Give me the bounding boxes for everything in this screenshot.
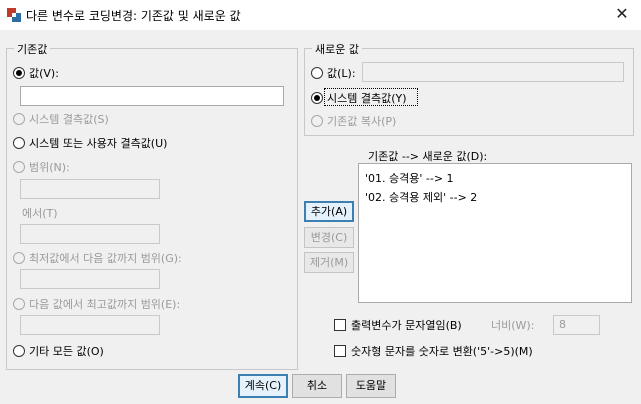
close-icon[interactable]: ✕ — [610, 3, 634, 25]
new-value-input[interactable] — [362, 62, 624, 82]
width-label: 너비(W): — [491, 319, 535, 332]
numeric-convert-checkbox[interactable] — [334, 345, 346, 357]
mapping-list[interactable]: '01. 승격용' --> 1 '02. 승격용 제외' --> 2 — [358, 163, 632, 303]
spss-app-icon — [7, 8, 21, 22]
width-value: 8 — [559, 318, 566, 331]
old-range-highest-radio[interactable] — [13, 298, 25, 310]
range-from-input[interactable] — [20, 179, 160, 199]
old-all-other-radio[interactable] — [13, 345, 25, 357]
continue-button[interactable]: 계속(C) — [238, 374, 288, 398]
string-output-checkbox[interactable] — [334, 319, 346, 331]
old-all-other-label: 기타 모든 값(O) — [29, 345, 104, 358]
change-button[interactable]: 변경(C) — [304, 227, 354, 248]
new-copy-old-label: 기존값 복사(P) — [327, 115, 397, 128]
new-copy-old-radio[interactable] — [311, 115, 323, 127]
string-output-label: 출력변수가 문자열임(B) — [351, 319, 462, 332]
mapping-list-item[interactable]: '02. 승격용 제외' --> 2 — [365, 189, 477, 205]
old-value-group-label: 기존값 — [14, 41, 51, 57]
numeric-convert-label: 숫자형 문자를 숫자로 변환('5'->5)(M) — [351, 345, 533, 358]
old-range-lowest-radio[interactable] — [13, 252, 25, 264]
old-system-or-user-missing-radio[interactable] — [13, 137, 25, 149]
range-lowest-input[interactable] — [20, 269, 160, 289]
old-system-missing-radio[interactable] — [13, 113, 25, 125]
old-system-or-user-missing-label: 시스템 또는 사용자 결측값(U) — [29, 137, 168, 150]
new-value-group-label: 새로운 값 — [312, 41, 362, 57]
width-input[interactable]: 8 — [553, 315, 600, 335]
old-range-radio[interactable] — [13, 161, 25, 173]
old-value-input[interactable] — [20, 86, 284, 106]
remove-button[interactable]: 제거(M) — [304, 252, 354, 273]
old-system-missing-label: 시스템 결측값(S) — [29, 113, 109, 126]
new-system-missing-label: 시스템 결측값(Y) — [327, 92, 407, 105]
old-range-lowest-label: 최저값에서 다음 값까지 범위(G): — [29, 252, 182, 265]
add-button[interactable]: 추가(A) — [304, 201, 354, 222]
new-value-radio[interactable] — [311, 67, 323, 79]
range-to-input[interactable] — [20, 224, 160, 244]
mapping-list-item[interactable]: '01. 승격용' --> 1 — [365, 170, 454, 186]
range-through-label: 에서(T) — [22, 207, 58, 220]
new-system-missing-radio[interactable] — [311, 92, 323, 104]
cancel-button[interactable]: 취소 — [292, 374, 342, 398]
new-value-label: 값(L): — [327, 67, 356, 80]
old-range-highest-label: 다음 값에서 최고값까지 범위(E): — [29, 298, 181, 311]
title-bar: 다른 변수로 코딩변경: 기존값 및 새로운 값 ✕ — [0, 0, 641, 30]
old-range-label: 범위(N): — [29, 161, 70, 174]
window-title: 다른 변수로 코딩변경: 기존값 및 새로운 값 — [26, 9, 241, 23]
help-button[interactable]: 도움말 — [346, 374, 396, 398]
mapping-list-label: 기존값 --> 새로운 값(D): — [368, 150, 488, 163]
range-highest-input[interactable] — [20, 315, 160, 335]
old-value-label: 값(V): — [29, 67, 59, 80]
old-value-radio[interactable] — [13, 67, 25, 79]
